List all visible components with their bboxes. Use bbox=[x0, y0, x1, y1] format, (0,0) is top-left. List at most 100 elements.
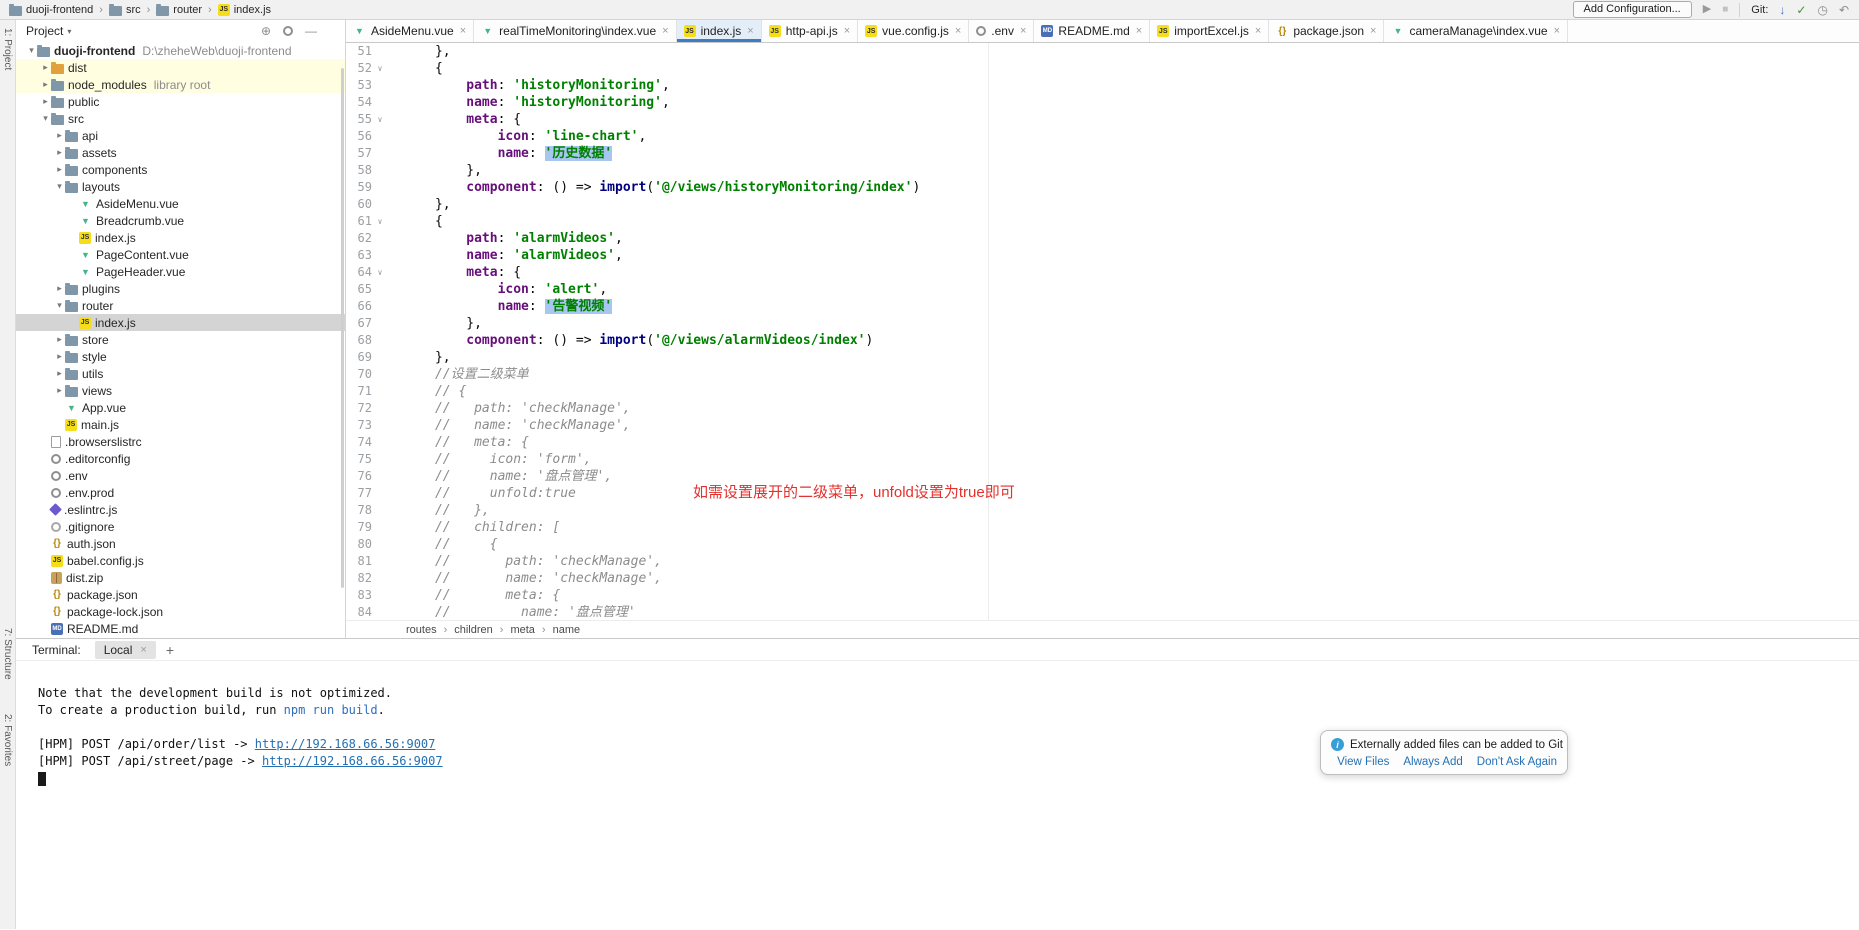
breadcrumb-item[interactable]: meta bbox=[510, 624, 534, 636]
tree-item[interactable]: .eslintrc.js bbox=[16, 501, 345, 518]
editor-tab[interactable]: ▼AsideMenu.vue× bbox=[346, 20, 474, 42]
close-icon[interactable]: × bbox=[844, 25, 850, 37]
chevron-icon[interactable]: ▸ bbox=[54, 368, 65, 379]
tree-item[interactable]: MDREADME.md bbox=[16, 620, 345, 637]
tree-item[interactable]: ▾duoji-frontendD:\zheheWeb\duoji-fronten… bbox=[16, 42, 345, 59]
chevron-icon[interactable]: ▾ bbox=[26, 45, 37, 56]
tree-item[interactable]: ▾router bbox=[16, 297, 345, 314]
run-icon[interactable]: ▶ bbox=[1703, 4, 1711, 15]
project-panel-title[interactable]: Project bbox=[26, 24, 63, 38]
tree-item[interactable]: {}package-lock.json bbox=[16, 603, 345, 620]
terminal-output[interactable]: Note that the development build is not o… bbox=[16, 661, 1859, 929]
tree-item[interactable]: ▸dist bbox=[16, 59, 345, 76]
tool-stripe-favorites[interactable]: 2: Favorites bbox=[2, 714, 13, 766]
editor-tab[interactable]: MDREADME.md× bbox=[1034, 20, 1150, 42]
fold-marker-icon[interactable]: ∨ bbox=[372, 264, 388, 281]
tree-item[interactable]: ▸plugins bbox=[16, 280, 345, 297]
fold-marker-icon[interactable]: ∨ bbox=[372, 213, 388, 230]
close-icon[interactable]: × bbox=[460, 25, 466, 37]
terminal-link[interactable]: http://192.168.66.56:9007 bbox=[255, 737, 436, 751]
chevron-icon[interactable]: ▸ bbox=[54, 130, 65, 141]
tree-item[interactable]: ▼App.vue bbox=[16, 399, 345, 416]
git-commit-icon[interactable]: ✓ bbox=[1796, 4, 1806, 16]
tree-item[interactable]: .env bbox=[16, 467, 345, 484]
locate-icon[interactable]: ⊕ bbox=[261, 25, 271, 37]
tree-item[interactable]: .env.prod bbox=[16, 484, 345, 501]
chevron-icon[interactable]: ▾ bbox=[54, 181, 65, 192]
history-icon[interactable]: ◷ bbox=[1817, 4, 1827, 16]
editor-tab[interactable]: JSimportExcel.js× bbox=[1150, 20, 1269, 42]
chevron-icon[interactable]: ▸ bbox=[54, 334, 65, 345]
tree-item[interactable]: ▾layouts bbox=[16, 178, 345, 195]
chevron-icon[interactable]: ▸ bbox=[54, 385, 65, 396]
breadcrumb-item[interactable]: routes bbox=[406, 624, 437, 636]
tree-item[interactable]: .gitignore bbox=[16, 518, 345, 535]
scrollbar-thumb[interactable] bbox=[341, 68, 344, 588]
stop-icon[interactable]: ■ bbox=[1722, 5, 1728, 15]
close-icon[interactable]: × bbox=[662, 25, 668, 37]
close-icon[interactable]: × bbox=[747, 25, 753, 37]
tree-item[interactable]: ▼PageContent.vue bbox=[16, 246, 345, 263]
chevron-icon[interactable]: ▾ bbox=[54, 300, 65, 311]
settings-gear-icon[interactable] bbox=[283, 26, 293, 36]
terminal-link[interactable]: http://192.168.66.56:9007 bbox=[262, 754, 443, 768]
breadcrumb-item[interactable]: name bbox=[553, 624, 581, 636]
editor-tab[interactable]: ▼realTimeMonitoring\index.vue× bbox=[474, 20, 676, 42]
tree-item[interactable]: {}package.json bbox=[16, 586, 345, 603]
chevron-icon[interactable]: ▸ bbox=[54, 351, 65, 362]
editor[interactable]: 51 },52∨ {53 path: 'historyMonitoring',5… bbox=[346, 43, 1859, 620]
tree-item[interactable]: ▸views bbox=[16, 382, 345, 399]
tree-item[interactable]: .editorconfig bbox=[16, 450, 345, 467]
editor-tab[interactable]: .env× bbox=[969, 20, 1034, 42]
close-icon[interactable]: × bbox=[1554, 25, 1560, 37]
chevron-icon[interactable]: ▸ bbox=[54, 283, 65, 294]
new-terminal-icon[interactable]: + bbox=[166, 642, 174, 658]
chevron-icon[interactable]: ▸ bbox=[40, 79, 51, 90]
chevron-icon[interactable]: ▸ bbox=[54, 164, 65, 175]
tree-item[interactable]: ▸assets bbox=[16, 144, 345, 161]
tree-item[interactable]: dist.zip bbox=[16, 569, 345, 586]
breadcrumb-item[interactable]: src bbox=[108, 4, 142, 16]
editor-tab[interactable]: JShttp-api.js× bbox=[762, 20, 858, 42]
tree-item[interactable]: ▸store bbox=[16, 331, 345, 348]
close-icon[interactable]: × bbox=[1370, 25, 1376, 37]
notification-action[interactable]: View Files bbox=[1337, 756, 1389, 768]
tree-item[interactable]: ▼PageHeader.vue bbox=[16, 263, 345, 280]
notification-action[interactable]: Don't Ask Again bbox=[1477, 756, 1557, 768]
fold-marker-icon[interactable]: ∨ bbox=[372, 60, 388, 77]
tree-item[interactable]: ▼AsideMenu.vue bbox=[16, 195, 345, 212]
close-icon[interactable]: × bbox=[955, 25, 961, 37]
tree-item[interactable]: ▸api bbox=[16, 127, 345, 144]
close-icon[interactable]: × bbox=[1136, 25, 1142, 37]
tree-item[interactable]: ▾src bbox=[16, 110, 345, 127]
breadcrumb-item[interactable]: children bbox=[454, 624, 493, 636]
chevron-icon[interactable]: ▸ bbox=[54, 147, 65, 158]
hide-panel-icon[interactable]: — bbox=[305, 25, 317, 37]
tree-item[interactable]: .browserslistrc bbox=[16, 433, 345, 450]
breadcrumb-item[interactable]: router bbox=[155, 4, 203, 16]
git-update-icon[interactable]: ↓ bbox=[1779, 4, 1785, 16]
tree-item[interactable]: JSmain.js bbox=[16, 416, 345, 433]
chevron-icon[interactable]: ▸ bbox=[40, 62, 51, 73]
rollback-icon[interactable]: ↶ bbox=[1839, 4, 1849, 16]
tree-item[interactable]: {}auth.json bbox=[16, 535, 345, 552]
tree-item[interactable]: JSbabel.config.js bbox=[16, 552, 345, 569]
tree-item[interactable]: JSindex.js bbox=[16, 229, 345, 246]
notification-action[interactable]: Always Add bbox=[1403, 756, 1462, 768]
breadcrumb-item[interactable]: JSindex.js bbox=[217, 4, 272, 16]
add-configuration-button[interactable]: Add Configuration... bbox=[1573, 1, 1692, 18]
chevron-icon[interactable]: ▸ bbox=[40, 96, 51, 107]
tool-stripe-project[interactable]: 1: Project bbox=[2, 28, 13, 70]
tree-item[interactable]: ▸node_moduleslibrary root bbox=[16, 76, 345, 93]
editor-tab[interactable]: JSindex.js× bbox=[677, 20, 762, 42]
tree-item[interactable]: ▸utils bbox=[16, 365, 345, 382]
fold-marker-icon[interactable]: ∨ bbox=[372, 111, 388, 128]
editor-tab[interactable]: ▼cameraManage\index.vue× bbox=[1384, 20, 1568, 42]
close-icon[interactable]: × bbox=[1255, 25, 1261, 37]
close-icon[interactable]: × bbox=[140, 644, 146, 656]
tree-item[interactable]: ▸public bbox=[16, 93, 345, 110]
tree-item[interactable]: ▸components bbox=[16, 161, 345, 178]
tree-item[interactable]: ▸style bbox=[16, 348, 345, 365]
tool-stripe-structure[interactable]: 7: Structure bbox=[2, 628, 13, 680]
tree-item[interactable]: ▼Breadcrumb.vue bbox=[16, 212, 345, 229]
